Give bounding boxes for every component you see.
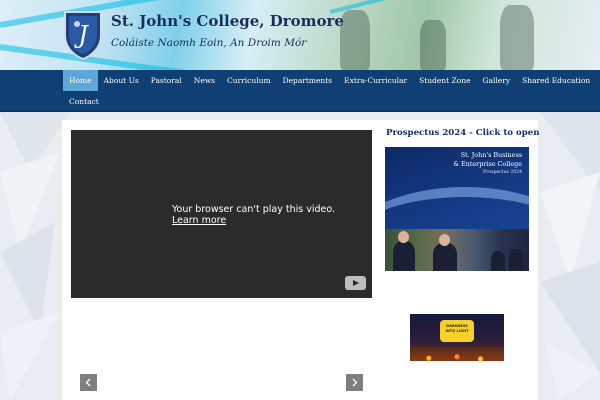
banner-lights: [410, 347, 504, 361]
nav-item-shared-education[interactable]: Shared Education: [516, 70, 596, 91]
banner-figure: [340, 10, 370, 70]
photo-person: [393, 241, 415, 271]
nav-row: Home About Us Pastoral News Curriculum D…: [63, 70, 596, 91]
slider-prev-button[interactable]: [80, 374, 97, 391]
prospectus-image-line1: St. John's Business: [460, 151, 522, 159]
youtube-icon[interactable]: [345, 276, 366, 290]
photo-face: [398, 231, 409, 243]
photo-person: [509, 249, 523, 271]
banner-text: DARKNESS INTO LIGHT: [445, 324, 469, 333]
nav-item-about-us[interactable]: About Us: [98, 70, 145, 91]
school-name[interactable]: St. John's College, Dromore: [111, 12, 344, 30]
nav-item-curriculum[interactable]: Curriculum: [221, 70, 277, 91]
header-banner: J St. John's College, Dromore Coláiste N…: [0, 0, 600, 70]
main-nav: Home About Us Pastoral News Curriculum D…: [0, 70, 600, 112]
prospectus-image-line3: Prospectus 2024: [483, 170, 522, 175]
darkness-into-light-banner[interactable]: DARKNESS INTO LIGHT: [410, 314, 504, 361]
photo-person: [491, 251, 505, 271]
nav-item-contact[interactable]: Contact: [63, 91, 105, 112]
crest-icon[interactable]: J: [63, 10, 103, 60]
photo-person: [433, 243, 457, 271]
photo-face: [439, 234, 450, 246]
prospectus-photo: [385, 229, 529, 271]
nav-item-student-zone[interactable]: Student Zone: [413, 70, 476, 91]
banner-figure: [420, 20, 446, 70]
slider-next-button[interactable]: [346, 374, 363, 391]
nav-item-gallery[interactable]: Gallery: [477, 70, 517, 91]
video-error-message: Your browser can't play this video.: [172, 204, 336, 215]
prospectus-link[interactable]: Prospectus 2024 - Click to open: [386, 128, 539, 138]
school-subtitle: Coláiste Naomh Eoin, An Droim Mór: [111, 37, 307, 49]
nav-item-home[interactable]: Home: [63, 70, 98, 91]
learn-more-link[interactable]: Learn more: [172, 215, 226, 226]
nav-item-pastoral[interactable]: Pastoral: [145, 70, 188, 91]
chevron-right-icon: [352, 378, 358, 387]
banner-streak: [329, 0, 600, 14]
banner-figure: [500, 5, 534, 70]
video-player[interactable]: Your browser can't play this video. Lear…: [71, 130, 372, 298]
nav-item-extra-curricular[interactable]: Extra-Curricular: [338, 70, 413, 91]
nav-item-departments[interactable]: Departments: [277, 70, 339, 91]
prospectus-image-line2: & Enterprise College: [453, 160, 522, 168]
chevron-left-icon: [85, 378, 91, 387]
prospectus-image[interactable]: St. John's Business & Enterprise College…: [385, 147, 529, 271]
nav-item-news[interactable]: News: [188, 70, 221, 91]
nav-row: Contact: [63, 91, 105, 112]
